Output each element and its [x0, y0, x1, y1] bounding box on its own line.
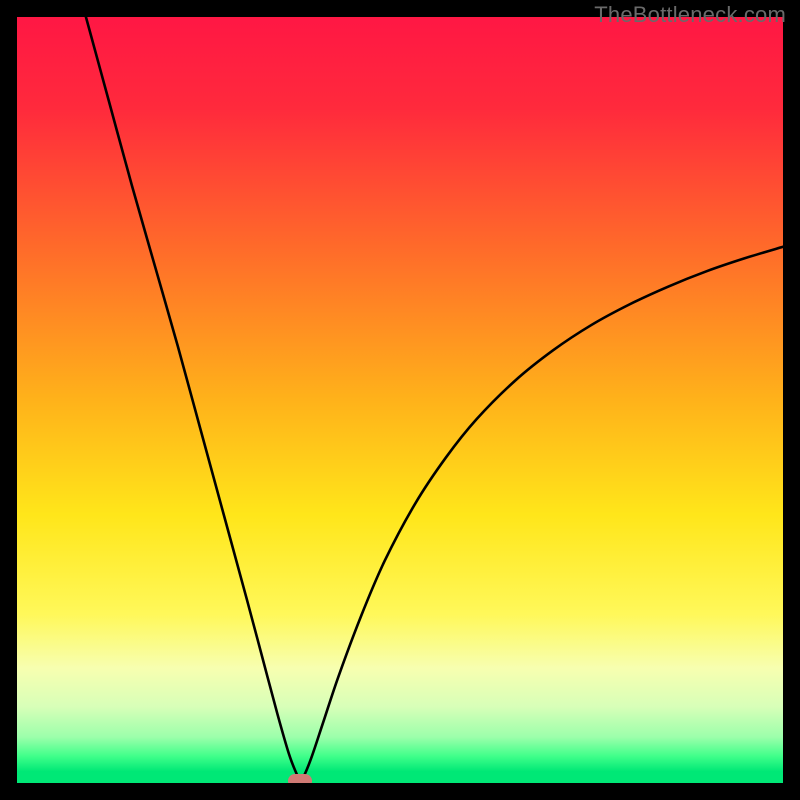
optimal-point-marker — [288, 774, 312, 783]
chart-frame: TheBottleneck.com — [0, 0, 800, 800]
curve-layer — [17, 17, 783, 783]
watermark-text: TheBottleneck.com — [594, 2, 786, 28]
bottleneck-curve — [86, 17, 783, 781]
plot-area — [17, 17, 783, 783]
